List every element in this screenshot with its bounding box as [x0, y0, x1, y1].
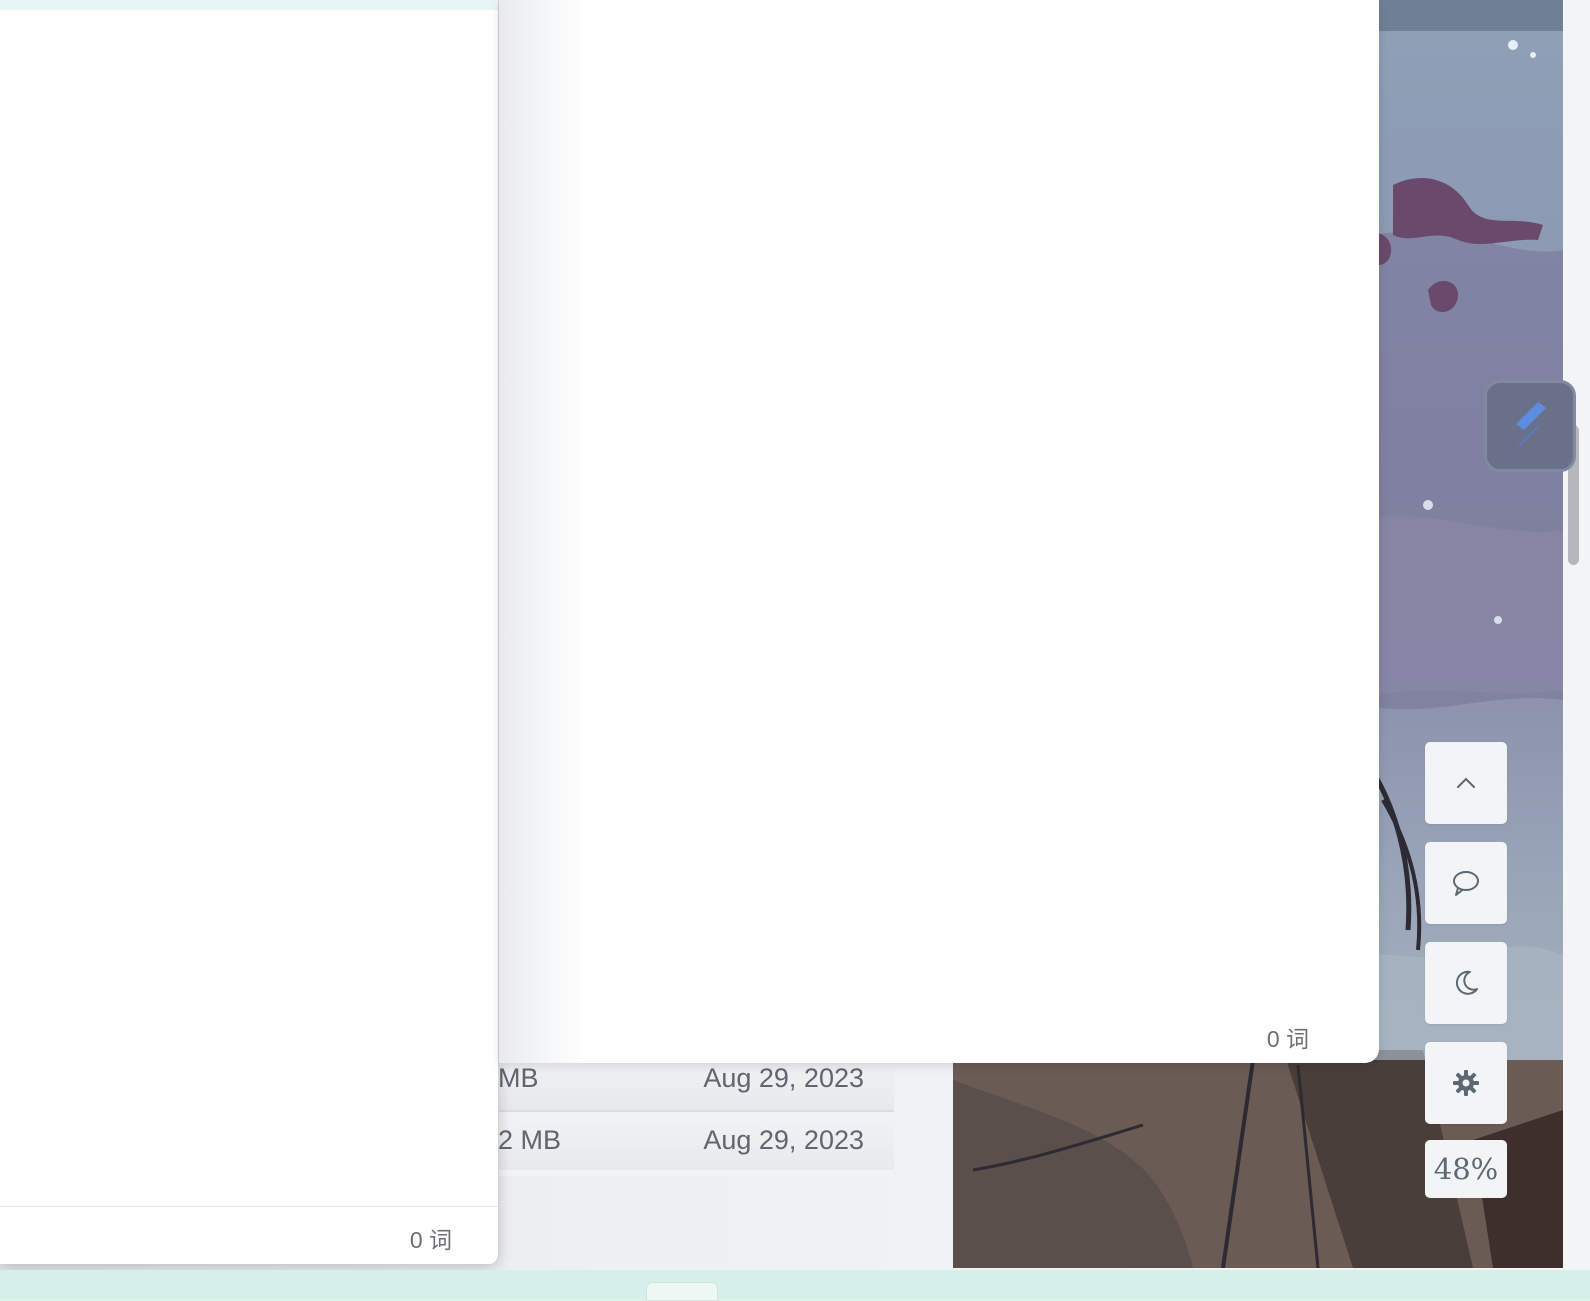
comment-icon [1453, 871, 1479, 896]
status-bar: 0 词 [0, 1206, 498, 1265]
floating-app-button[interactable] [1484, 380, 1576, 472]
scroll-top-button[interactable] [1425, 742, 1507, 824]
gear-icon [1453, 1070, 1479, 1096]
taskbar-app-tab[interactable] [646, 1282, 718, 1301]
scrollbar-track[interactable] [1565, 0, 1590, 1270]
zoom-level[interactable]: 48% [1425, 1140, 1507, 1198]
table-row[interactable]: 2 MB Aug 29, 2023 [470, 1112, 894, 1174]
taskbar [0, 1270, 1590, 1299]
file-date: Aug 29, 2023 [703, 1063, 864, 1093]
window-top-strip [0, 0, 498, 10]
table-divider [470, 1170, 894, 1176]
app-logo-icon [1514, 402, 1546, 450]
file-date: Aug 29, 2023 [703, 1125, 864, 1155]
file-size: 2 MB [498, 1125, 562, 1155]
moon-icon [1455, 970, 1478, 995]
file-size: MB [498, 1063, 539, 1093]
file-list: MB Aug 29, 2023 2 MB Aug 29, 2023 [470, 1050, 894, 1174]
settings-button[interactable] [1425, 1042, 1507, 1124]
window-shadow-edge [499, 0, 589, 1063]
word-count: 0 词 [409, 1227, 452, 1253]
editor-window-left[interactable]: 0 词 [0, 0, 499, 1264]
chevron-up-icon [1457, 777, 1475, 788]
editor-window-main[interactable]: 0 词 [499, 0, 1379, 1063]
word-count: 0 词 [1266, 1026, 1309, 1052]
dark-mode-button[interactable] [1425, 942, 1507, 1024]
comment-button[interactable] [1425, 842, 1507, 924]
